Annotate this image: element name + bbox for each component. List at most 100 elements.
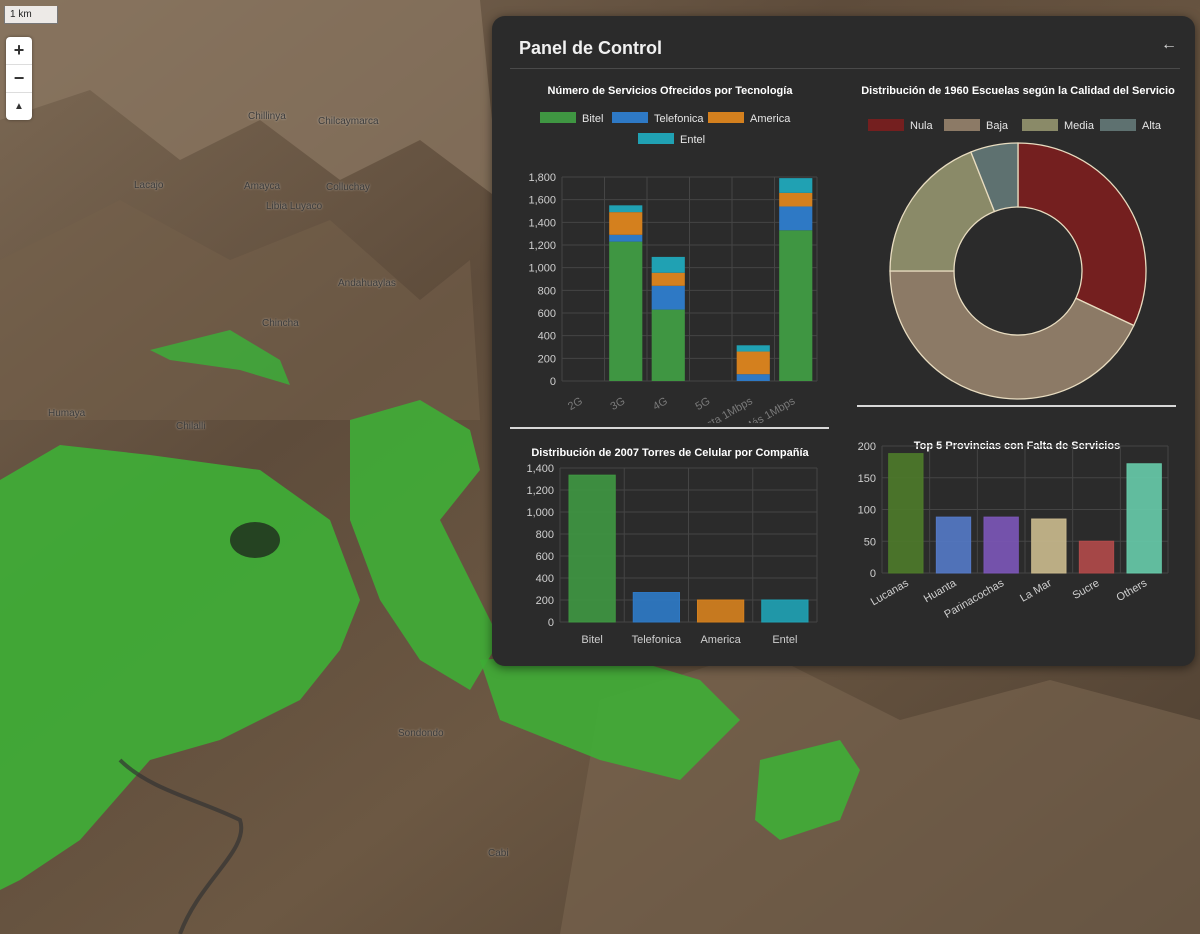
y-tick-label: 400 — [536, 573, 554, 585]
panel-title: Panel de Control — [519, 38, 663, 58]
y-tick-label: 0 — [870, 568, 876, 580]
x-tick-label: Huanta — [922, 577, 959, 606]
y-tick-label: 1,200 — [526, 485, 554, 497]
x-tick-label: America — [700, 634, 741, 646]
legend-label: Alta — [1142, 120, 1162, 132]
x-tick-label: La Mar — [1018, 577, 1054, 605]
place-label: Libia Luyaco — [266, 201, 323, 212]
y-tick-label: 0 — [550, 376, 556, 388]
y-tick-label: 200 — [858, 441, 876, 453]
x-tick-label: Sucre — [1071, 577, 1102, 602]
bar — [983, 516, 1019, 574]
legend-swatch — [944, 119, 980, 131]
bar-segment — [779, 206, 813, 231]
bar-segment — [609, 205, 643, 213]
place-label: Humaya — [48, 408, 86, 419]
legend-swatch — [1100, 119, 1136, 131]
place-label: Amayca — [244, 181, 281, 192]
y-tick-label: 1,200 — [528, 240, 556, 252]
legend-swatch — [540, 112, 576, 123]
y-tick-label: 1,400 — [528, 217, 556, 229]
x-tick-label: 5G — [694, 395, 713, 413]
y-tick-label: 1,800 — [528, 172, 556, 184]
y-tick-label: 100 — [858, 505, 876, 517]
bar-segment — [609, 234, 643, 242]
legend-swatch — [638, 133, 674, 144]
bar-segment — [651, 285, 685, 310]
services-by-technology-chart: Número de Servicios Ofrecidos por Tecnol… — [528, 85, 818, 423]
bar-segment — [779, 230, 813, 381]
place-label: Cabi — [488, 848, 509, 859]
bar-segment — [609, 241, 643, 381]
bar-segment — [651, 309, 685, 381]
compass-icon[interactable]: ▲ — [6, 93, 32, 120]
y-tick-label: 1,000 — [528, 263, 556, 275]
bar-segment — [651, 256, 685, 273]
y-tick-label: 800 — [536, 529, 554, 541]
place-label: Sondondo — [398, 728, 444, 739]
towers-by-company-chart: Distribución de 2007 Torres de Celular p… — [526, 447, 818, 646]
place-label: Lacajo — [134, 180, 164, 191]
x-tick-label: 4G — [651, 395, 670, 413]
y-tick-label: 400 — [538, 331, 556, 343]
x-tick-label: Others — [1115, 577, 1150, 604]
y-tick-label: 50 — [864, 536, 876, 548]
y-tick-label: 200 — [536, 595, 554, 607]
legend-swatch — [868, 119, 904, 131]
control-panel: Panel de Control ← Número de Servicios O… — [492, 16, 1195, 666]
legend-label: Nula — [910, 120, 934, 132]
y-tick-label: 150 — [858, 473, 876, 485]
zoom-in-button[interactable]: + — [6, 37, 32, 65]
bar — [1031, 518, 1067, 574]
provinces-lacking-services-chart: Top 5 Provincias con Falta de Servicios0… — [858, 440, 1169, 621]
bar — [935, 516, 972, 574]
y-tick-label: 1,400 — [526, 463, 554, 475]
place-label: Chincha — [262, 318, 299, 329]
y-tick-label: 1,000 — [526, 507, 554, 519]
x-tick-label: 2G — [566, 395, 585, 413]
chart-title: Número de Servicios Ofrecidos por Tecnol… — [548, 85, 794, 97]
bar — [1078, 540, 1115, 574]
bar — [632, 592, 681, 623]
x-tick-label: Bitel — [581, 634, 602, 646]
legend-label: America — [750, 113, 791, 125]
map-scale: 1 km — [4, 6, 58, 24]
y-tick-label: 0 — [548, 617, 554, 629]
bar — [888, 453, 924, 574]
schools-quality-donut-chart: Distribución de 1960 Escuelas según la C… — [861, 85, 1175, 400]
donut-slice — [1017, 142, 1147, 327]
place-label: Chillinya — [248, 111, 286, 122]
chart-title: Distribución de 1960 Escuelas según la C… — [861, 85, 1175, 97]
y-tick-label: 800 — [538, 285, 556, 297]
x-tick-label: Entel — [772, 634, 797, 646]
place-label: Chilalli — [176, 421, 206, 432]
bar — [761, 599, 809, 623]
bar-segment — [651, 272, 685, 286]
x-tick-label: 3G — [609, 395, 628, 413]
bar-segment — [736, 345, 770, 352]
legend-label: Baja — [986, 120, 1009, 132]
bar — [696, 599, 745, 623]
bar-segment — [779, 192, 813, 207]
bar-segment — [609, 212, 643, 235]
legend-swatch — [612, 112, 648, 123]
title-divider — [510, 68, 1180, 69]
x-tick-label: Telefonica — [632, 634, 682, 646]
y-tick-label: 600 — [536, 551, 554, 563]
y-tick-label: 200 — [538, 353, 556, 365]
x-tick-label: Lucanas — [869, 577, 911, 608]
legend-swatch — [708, 112, 744, 123]
zoom-out-button[interactable]: − — [6, 65, 32, 93]
legend-label: Bitel — [582, 113, 603, 125]
y-tick-label: 1,600 — [528, 195, 556, 207]
bar-segment — [736, 351, 770, 375]
bar-segment — [736, 374, 770, 381]
chart-title: Distribución de 2007 Torres de Celular p… — [531, 447, 809, 459]
place-label: Andahuaylas — [338, 278, 396, 289]
place-label: Chilcaymarca — [318, 116, 379, 127]
back-arrow-icon[interactable]: ← — [1161, 36, 1177, 54]
place-label: Colluchay — [326, 182, 370, 193]
zoom-control: + − ▲ — [6, 37, 32, 120]
chart-divider — [510, 427, 829, 429]
legend-label: Entel — [680, 134, 705, 146]
